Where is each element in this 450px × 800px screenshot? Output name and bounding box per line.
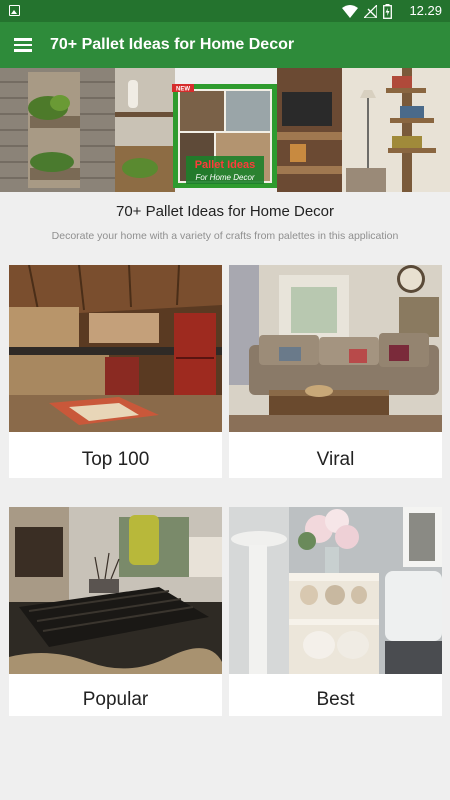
category-label: Best	[316, 689, 355, 710]
page-subtitle: Decorate your home with a variety of cra…	[51, 230, 399, 242]
status-time: 12.29	[409, 3, 442, 18]
category-image-living-room	[229, 265, 442, 432]
header-banner-image: NEW Pallet Ideas For Home Decor	[0, 68, 450, 192]
no-signal-icon	[364, 4, 377, 18]
category-label: Popular	[82, 689, 149, 710]
page-title: 70+ Pallet Ideas for Home Decor	[115, 203, 335, 220]
status-bar: 12.29	[0, 0, 450, 22]
category-label: Top 100	[81, 449, 150, 470]
app-bar-title: 70+ Pallet Ideas for Home Decor	[50, 36, 295, 53]
category-image-bathroom-shelf	[229, 507, 442, 674]
category-card-best[interactable]: Best	[229, 507, 442, 716]
hamburger-menu-icon[interactable]	[14, 36, 32, 54]
category-card-top-100[interactable]: Top 100	[9, 265, 222, 478]
banner-title-line2: For Home Decor	[195, 173, 254, 182]
category-image-coffee-table	[9, 507, 222, 674]
category-label: Viral	[316, 449, 355, 470]
category-card-popular[interactable]: Popular	[9, 507, 222, 716]
banner-title-line1: Pallet Ideas	[195, 159, 256, 171]
wifi-icon	[342, 4, 358, 18]
battery-charging-icon	[383, 3, 392, 19]
image-notification-icon	[9, 5, 20, 16]
category-image-kitchen	[9, 265, 222, 432]
app-bar: 70+ Pallet Ideas for Home Decor	[0, 22, 450, 68]
status-icons	[342, 3, 392, 19]
banner-badge: NEW	[176, 87, 190, 93]
category-card-viral[interactable]: Viral	[229, 265, 442, 478]
